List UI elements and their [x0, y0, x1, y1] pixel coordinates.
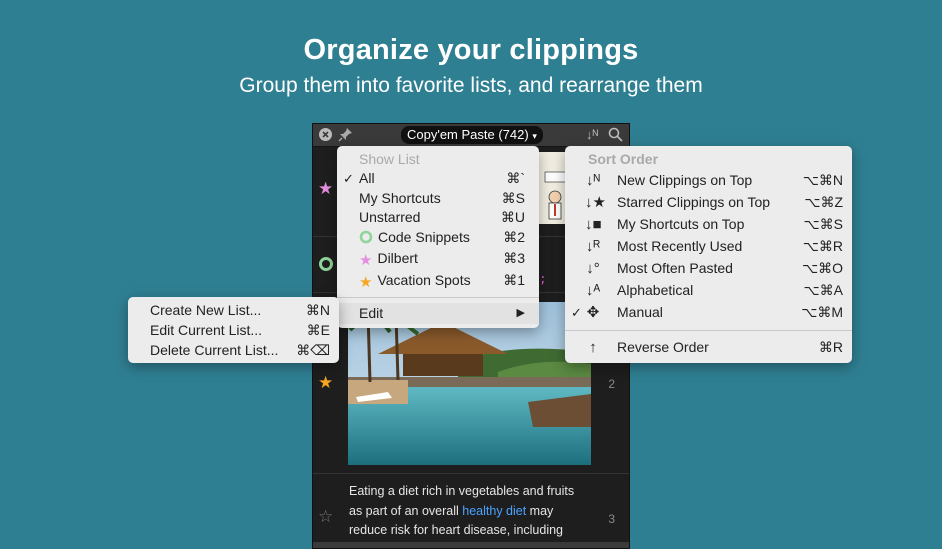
menu-item-vacation-spots[interactable]: ★ Vacation Spots ⌘1 — [337, 270, 539, 291]
bottom-toolbar — [313, 542, 629, 548]
menu-item-delete-current-list[interactable]: Delete Current List... ⌘⌫ — [128, 340, 339, 360]
menu-separator — [337, 297, 539, 298]
menu-separator — [565, 330, 852, 331]
orange-star-icon[interactable]: ★ — [318, 374, 333, 392]
menu-item-label: All — [359, 170, 375, 186]
row-number: 3 — [608, 512, 615, 526]
menu-item-edit[interactable]: Edit ▶ — [337, 303, 539, 324]
sort-order-header: Sort Order — [565, 149, 852, 170]
sort-item-alphabetical[interactable]: ↓ᴬ Alphabetical ⌥⌘A — [565, 280, 852, 301]
headline-title: Organize your clippings — [303, 34, 639, 66]
menu-item-label: Dilbert — [377, 250, 418, 266]
menu-item-label: Most Recently Used — [617, 238, 743, 254]
sort-recent-icon: ↓ᴿ — [585, 238, 601, 255]
green-ring-icon — [359, 229, 373, 250]
menu-item-shortcut: ⌘` — [506, 170, 525, 186]
pink-star-icon: ★ — [359, 252, 373, 269]
menu-item-label: Unstarred — [359, 209, 421, 225]
close-icon[interactable] — [318, 127, 333, 145]
sort-new-icon: ↓ᴺ — [586, 172, 600, 189]
move-icon: ✥ — [586, 304, 600, 321]
row-number: 2 — [608, 377, 615, 391]
menu-item-label: Code Snippets — [378, 229, 470, 245]
search-icon[interactable] — [608, 127, 623, 145]
pink-star-icon[interactable]: ★ — [318, 180, 333, 198]
menu-header-label: Show List — [359, 151, 420, 167]
title-bar: Copy'em Paste (742) ▾ ↓ᴺ — [313, 124, 629, 147]
sort-item-most-recently-used[interactable]: ↓ᴿ Most Recently Used ⌥⌘R — [565, 236, 852, 257]
menu-item-shortcut: ⌘1 — [503, 272, 525, 288]
checkmark-icon: ✓ — [343, 171, 354, 186]
menu-item-shortcut: ⌥⌘Z — [804, 194, 843, 210]
orange-star-icon: ★ — [359, 274, 373, 291]
menu-item-code-snippets[interactable]: Code Snippets ⌘2 — [337, 227, 539, 248]
menu-item-shortcut: ⌥⌘R — [802, 238, 843, 254]
menu-item-label: Create New List... — [150, 302, 262, 318]
checkmark-icon: ✓ — [571, 305, 582, 320]
menu-item-shortcut: ⌥⌘M — [801, 304, 843, 320]
menu-item-label: Starred Clippings on Top — [617, 194, 771, 210]
sort-item-new-clippings-on-top[interactable]: ↓ᴺ New Clippings on Top ⌥⌘N — [565, 170, 852, 191]
menu-item-shortcut: ⌘2 — [503, 229, 525, 245]
sort-item-starred-on-top[interactable]: ↓★ Starred Clippings on Top ⌥⌘Z — [565, 192, 852, 213]
menu-item-shortcut: ⌘E — [306, 322, 330, 338]
arrow-up-icon: ↑ — [589, 339, 597, 356]
menu-item-label: Most Often Pasted — [617, 260, 733, 276]
window-title: Copy'em Paste (742) — [407, 127, 529, 142]
chevron-right-icon: ▶ — [516, 307, 525, 319]
sort-item-my-shortcuts-on-top[interactable]: ↓■ My Shortcuts on Top ⌥⌘S — [565, 214, 852, 235]
menu-item-label: Vacation Spots — [377, 272, 471, 288]
menu-item-dilbert[interactable]: ★ Dilbert ⌘3 — [337, 248, 539, 269]
menu-item-shortcut: ⌘⌫ — [296, 342, 330, 358]
sort-starred-icon: ↓★ — [585, 194, 606, 211]
headline-subtitle: Group them into favorite lists, and rear… — [239, 74, 703, 97]
menu-item-label: Reverse Order — [617, 339, 709, 355]
menu-item-label: New Clippings on Top — [617, 172, 753, 188]
pin-icon[interactable] — [338, 127, 353, 145]
menu-item-label: Delete Current List... — [150, 342, 279, 358]
green-ring-icon[interactable] — [318, 256, 334, 276]
menu-item-shortcut: ⌘3 — [503, 250, 525, 266]
sort-alpha-icon: ↓ᴬ — [585, 282, 601, 299]
empty-star-icon[interactable]: ☆ — [318, 508, 333, 526]
menu-item-all[interactable]: ✓ All ⌘` — [337, 168, 539, 189]
menu-item-shortcut: ⌘S — [501, 190, 525, 206]
menu-item-edit-current-list[interactable]: Edit Current List... ⌘E — [128, 320, 339, 340]
menu-item-create-new-list[interactable]: Create New List... ⌘N — [128, 300, 339, 320]
menu-item-shortcut: ⌥⌘O — [801, 260, 843, 276]
sort-order-menu: Sort Order ↓ᴺ New Clippings on Top ⌥⌘N ↓… — [565, 146, 852, 363]
menu-item-label: My Shortcuts — [359, 190, 441, 206]
menu-item-label: Alphabetical — [617, 282, 694, 298]
show-list-menu: Show List ✓ All ⌘` My Shortcuts ⌘S Unsta… — [337, 146, 539, 328]
sort-item-most-often-pasted[interactable]: ↓° Most Often Pasted ⌥⌘O — [565, 258, 852, 279]
sort-icon[interactable]: ↓ᴺ — [586, 127, 598, 143]
window-title-dropdown[interactable]: Copy'em Paste (742) ▾ — [401, 126, 543, 144]
healthy-diet-link[interactable]: healthy diet — [462, 504, 526, 518]
text-clip[interactable]: Eating a diet rich in vegetables and fru… — [349, 482, 589, 541]
sort-item-manual[interactable]: ✓ ✥ Manual ⌥⌘M — [565, 302, 852, 323]
sort-often-icon: ↓° — [586, 260, 600, 277]
menu-item-label: Edit Current List... — [150, 322, 263, 338]
row-divider — [313, 473, 629, 474]
menu-item-my-shortcuts[interactable]: My Shortcuts ⌘S — [337, 188, 539, 209]
menu-item-shortcut: ⌘U — [500, 209, 525, 225]
sort-shortcuts-icon: ↓■ — [585, 216, 602, 233]
menu-header-label: Sort Order — [588, 151, 659, 167]
menu-item-label: My Shortcuts on Top — [617, 216, 745, 232]
chevron-down-icon: ▾ — [532, 131, 537, 141]
menu-item-shortcut: ⌘N — [305, 302, 330, 318]
menu-item-label: Manual — [617, 304, 663, 320]
menu-item-label: Edit — [359, 305, 384, 321]
menu-item-shortcut: ⌥⌘N — [802, 172, 843, 188]
menu-item-shortcut: ⌥⌘A — [803, 282, 843, 298]
edit-submenu: Create New List... ⌘N Edit Current List.… — [128, 297, 339, 363]
menu-item-unstarred[interactable]: Unstarred ⌘U — [337, 207, 539, 228]
sort-item-reverse-order[interactable]: ↑ Reverse Order ⌘R — [565, 337, 852, 358]
menu-item-shortcut: ⌘R — [818, 339, 843, 355]
show-list-header: Show List — [337, 149, 539, 170]
menu-item-shortcut: ⌥⌘S — [803, 216, 843, 232]
